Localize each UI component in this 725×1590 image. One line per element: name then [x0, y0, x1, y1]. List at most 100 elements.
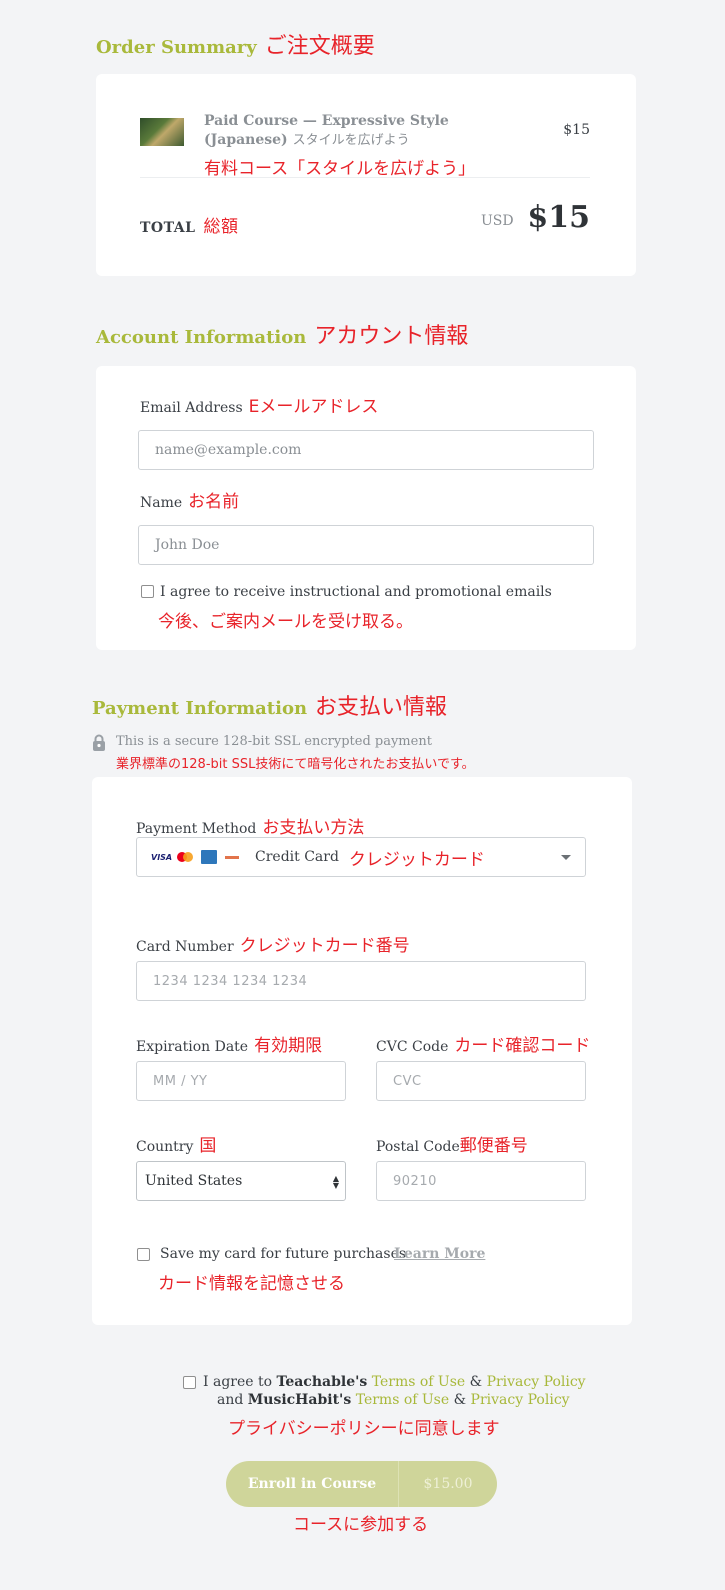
- course-title-line2: (Japanese): [204, 132, 288, 148]
- enroll-label-ja: コースに参加する: [293, 1515, 429, 1535]
- country-label-text: Country: [136, 1139, 194, 1155]
- cvc-label-ja: カード確認コード: [454, 1036, 591, 1056]
- teachable-privacy-link[interactable]: Privacy Policy: [487, 1374, 586, 1390]
- discover-icon: [225, 855, 239, 859]
- card-number-label: Card Number クレジットカード番号: [136, 931, 410, 956]
- cvc-placeholder: CVC: [393, 1073, 422, 1089]
- card-number-field[interactable]: 1234 1234 1234 1234: [136, 961, 586, 1001]
- payment-info-title-ja: お支払い情報: [315, 695, 448, 720]
- cvc-label-text: CVC Code: [376, 1039, 449, 1055]
- expiry-label: Expiration Date 有効期限: [136, 1031, 322, 1056]
- lock-icon: [92, 734, 106, 751]
- musichabit-privacy-link[interactable]: Privacy Policy: [471, 1392, 570, 1408]
- terms-amp-2: &: [453, 1392, 467, 1408]
- total-label-text: TOTAL: [140, 220, 196, 236]
- total-label-ja: 総額: [203, 217, 239, 237]
- terms-label-ja: プライバシーポリシーに同意します: [228, 1419, 500, 1439]
- payment-info-title: Payment Information お支払い情報: [92, 689, 447, 721]
- mastercard-icon: [177, 852, 195, 862]
- course-title: Paid Course — Expressive Style (Japanese…: [204, 112, 504, 150]
- postal-placeholder: 90210: [393, 1173, 437, 1189]
- total-amount: $15: [527, 200, 590, 235]
- enroll-button[interactable]: Enroll in Course $15.00: [226, 1461, 497, 1507]
- payment-method-label-text: Payment Method: [136, 821, 257, 837]
- name-label-text: Name: [140, 495, 183, 511]
- secure-payment-note: This is a secure 128-bit SSL encrypted p…: [116, 734, 432, 749]
- card-number-label-ja: クレジットカード番号: [239, 936, 410, 956]
- email-consent-label-ja: 今後、ご案内メールを受け取る。: [158, 612, 413, 632]
- order-summary-title-ja: ご注文概要: [264, 34, 375, 59]
- expiry-placeholder: MM / YY: [153, 1073, 208, 1089]
- country-label-ja: 国: [199, 1136, 217, 1156]
- payment-method-value: Credit Card: [255, 849, 339, 865]
- name-label-ja: お名前: [188, 492, 240, 512]
- save-card-label-ja: カード情報を記憶させる: [158, 1274, 345, 1294]
- summary-divider: [140, 177, 590, 178]
- name-field[interactable]: John Doe: [138, 525, 594, 565]
- terms-line2: and MusicHabit's Terms of Use & Privacy …: [217, 1392, 570, 1408]
- course-subtitle: スタイルを広げよう: [292, 133, 410, 148]
- payment-method-label-ja: お支払い方法: [262, 818, 365, 838]
- postal-label-ja: 郵便番号: [459, 1136, 528, 1156]
- save-card-checkbox[interactable]: [137, 1248, 150, 1261]
- cvc-field[interactable]: CVC: [376, 1061, 586, 1101]
- teachable-name: Teachable's: [276, 1374, 368, 1390]
- email-consent-checkbox[interactable]: [141, 585, 154, 598]
- card-number-label-text: Card Number: [136, 939, 234, 955]
- teachable-terms-link[interactable]: Terms of Use: [372, 1374, 465, 1390]
- enroll-button-label: Enroll in Course: [247, 1476, 377, 1492]
- country-select[interactable]: United States ▲ ▼: [136, 1161, 346, 1201]
- learn-more-link[interactable]: Learn More: [394, 1246, 485, 1262]
- account-info-card: Email Address Eメールアドレス name@example.com N…: [96, 366, 636, 650]
- email-field[interactable]: name@example.com: [138, 430, 594, 470]
- email-label-text: Email Address: [140, 400, 243, 416]
- musichabit-name: MusicHabit's: [247, 1392, 352, 1408]
- account-info-title-ja: アカウント情報: [314, 324, 469, 349]
- payment-method-value-ja: クレジットカード: [348, 849, 485, 870]
- payment-method-label: Payment Method お支払い方法: [136, 813, 364, 838]
- enroll-button-price: $15.00: [423, 1476, 473, 1492]
- musichabit-terms-link[interactable]: Terms of Use: [356, 1392, 449, 1408]
- postal-label-text: Postal Code: [376, 1139, 460, 1155]
- email-placeholder: name@example.com: [155, 442, 302, 458]
- payment-info-title-text: Payment Information: [92, 698, 308, 719]
- amex-icon: [201, 850, 217, 864]
- payment-info-card: Payment Method お支払い方法 VISA Credit Card クレ…: [92, 777, 632, 1325]
- order-summary-title-text: Order Summary: [96, 37, 257, 58]
- currency-label: USD: [481, 213, 514, 229]
- select-arrows-icon: ▲ ▼: [332, 1174, 339, 1190]
- save-card-label: Save my card for future purchases: [160, 1246, 407, 1262]
- name-label: Name お名前: [140, 487, 239, 512]
- payment-method-select[interactable]: VISA Credit Card クレジットカード: [136, 837, 586, 877]
- postal-code-field[interactable]: 90210: [376, 1161, 586, 1201]
- email-label: Email Address Eメールアドレス: [140, 392, 378, 417]
- email-consent-label: I agree to receive instructional and pro…: [160, 584, 552, 600]
- visa-icon: VISA: [151, 852, 173, 862]
- order-summary-title: Order Summary ご注文概要: [96, 28, 375, 60]
- order-summary-card: Paid Course — Expressive Style (Japanese…: [96, 74, 636, 276]
- name-placeholder: John Doe: [155, 537, 220, 553]
- course-thumbnail[interactable]: [140, 118, 184, 146]
- email-label-ja: Eメールアドレス: [248, 397, 379, 417]
- terms-and: and: [217, 1392, 244, 1408]
- expiry-field[interactable]: MM / YY: [136, 1061, 346, 1101]
- chevron-down-icon: [561, 855, 571, 860]
- country-value: United States: [145, 1173, 243, 1189]
- terms-checkbox[interactable]: [183, 1376, 196, 1389]
- secure-payment-note-ja: 業界標準の128-bit SSL技術にて暗号化されたお支払いです。: [116, 757, 475, 772]
- expiry-label-text: Expiration Date: [136, 1039, 249, 1055]
- expiry-label-ja: 有効期限: [254, 1036, 323, 1056]
- course-title-line1: Paid Course — Expressive Style: [204, 113, 449, 129]
- account-info-title-text: Account Information: [96, 327, 307, 348]
- course-title-ja: 有料コース「スタイルを広げよう」: [204, 159, 476, 179]
- terms-line1: I agree to Teachable's Terms of Use & Pr…: [203, 1374, 586, 1390]
- country-label: Country 国: [136, 1131, 216, 1156]
- card-number-placeholder: 1234 1234 1234 1234: [153, 973, 308, 989]
- terms-amp-1: &: [469, 1374, 483, 1390]
- item-price: $15: [563, 122, 590, 138]
- postal-label: Postal Code郵便番号: [376, 1131, 528, 1156]
- terms-prefix: I agree to: [203, 1374, 273, 1390]
- total-label: TOTAL 総額: [140, 212, 238, 237]
- account-info-title: Account Information アカウント情報: [96, 318, 468, 350]
- cvc-label: CVC Code カード確認コード: [376, 1031, 590, 1056]
